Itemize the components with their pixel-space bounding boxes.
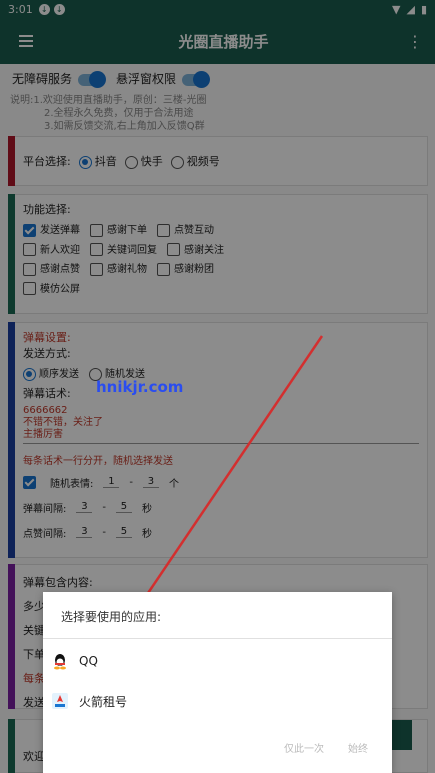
- app-option-label: 火箭租号: [79, 694, 128, 709]
- always-button[interactable]: 始终: [348, 740, 368, 755]
- app-option-rocket[interactable]: 火箭租号: [51, 684, 384, 718]
- app-option-qq[interactable]: QQ: [51, 644, 384, 678]
- just-once-button[interactable]: 仅此一次: [284, 740, 324, 755]
- dialog-buttons: 仅此一次 始终: [284, 740, 368, 755]
- app-option-label: QQ: [79, 654, 98, 668]
- qq-icon: [51, 652, 69, 670]
- dialog-title: 选择要使用的应用:: [61, 610, 162, 624]
- rocket-app-icon: [51, 692, 69, 710]
- divider: [43, 638, 392, 639]
- app-chooser-dialog: 选择要使用的应用: QQ 火箭租号 仅此一次 始终: [43, 592, 392, 773]
